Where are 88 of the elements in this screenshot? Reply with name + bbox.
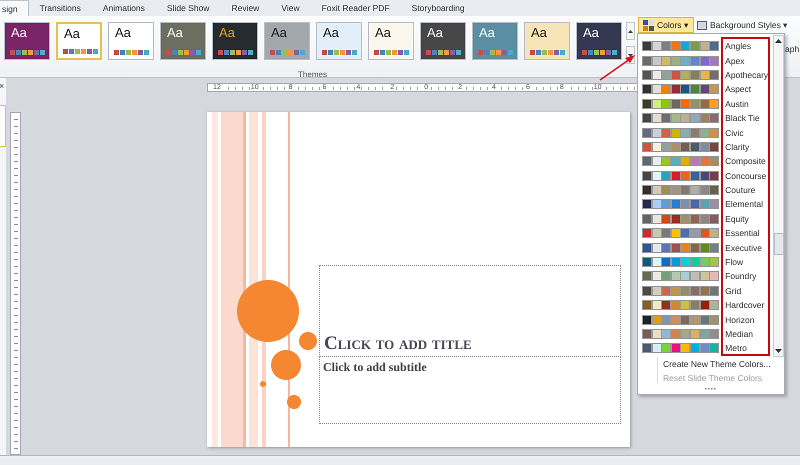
color-scheme-item[interactable]: Couture [638,182,772,198]
slide-thumbnail[interactable] [0,105,6,147]
color-scheme-item[interactable]: Flow [638,254,772,270]
theme-thumbnail[interactable]: Aa [160,22,206,60]
theme-thumbnail[interactable]: Aa [420,22,466,60]
color-scheme-item[interactable]: Civic [638,125,772,140]
theme-sample-text: Aa [478,24,495,40]
ribbon-tab[interactable]: Transitions [28,0,92,16]
close-icon[interactable]: × [0,82,6,91]
ribbon-tab[interactable]: Review [220,0,270,16]
color-scheme-item[interactable]: Concourse [638,168,772,183]
color-scheme-item[interactable]: Foundry [638,269,772,284]
color-scheme-item[interactable]: Median [638,326,772,342]
ribbon-tab[interactable]: Storyboarding [400,0,476,16]
resize-grip-icon[interactable] [705,387,717,390]
scrollbar[interactable] [773,35,784,357]
colors-button[interactable]: Colors ▾ [638,17,694,33]
color-scheme-item[interactable]: Horizon [638,312,772,327]
color-scheme-item[interactable]: Composite [638,154,772,169]
theme-thumbnail[interactable]: Aa [524,22,570,60]
color-scheme-item[interactable]: Executive [638,240,772,255]
theme-thumbnail[interactable]: Aa [472,22,518,60]
theme-sample-text: Aa [582,24,599,40]
theme-sample-text: Aa [114,24,131,40]
theme-thumbnail[interactable]: Aa [4,22,50,60]
down-arrow-icon [775,349,782,353]
theme-sample-text: Aa [270,24,287,40]
palette-strip-icon [374,50,410,55]
palette-strip-icon [582,50,618,55]
theme-thumbnail[interactable]: Aa [108,22,154,60]
palette-strip-icon [270,50,306,55]
color-scheme-item[interactable]: Hardcover [638,298,772,312]
palette-strip-icon [426,50,462,55]
brush-icon [697,20,707,30]
palette-strip-icon [63,49,99,54]
palette-strip-icon [166,50,202,55]
palette-strip-icon [530,50,566,55]
button-label: aph [785,44,800,54]
theme-thumbnail[interactable]: Aa [264,22,310,60]
color-scheme-item[interactable]: Clarity [638,140,772,154]
color-scheme-item[interactable]: Essential [638,226,772,240]
theme-thumbnail[interactable]: Aa [316,22,362,60]
theme-sample-text: Aa [10,24,27,40]
color-scheme-item[interactable]: Austin [638,96,772,111]
ribbon-tab[interactable]: Slide Show [156,0,220,16]
theme-sample-text: Aa [374,24,391,40]
theme-sample-text: Aa [218,24,235,40]
palette-strip-icon [114,50,150,55]
background-styles-button[interactable]: Background Styles ▾ [697,20,788,30]
palette-icon [643,20,654,30]
color-scheme-item[interactable]: Aspect [638,82,772,97]
menu-item[interactable]: Create New Theme Colors... [663,359,784,369]
ribbon-tab[interactable]: Foxit Reader PDF [310,0,401,16]
theme-sample-text: Aa [166,24,183,40]
color-scheme-item[interactable]: Apex [638,53,772,68]
ribbon-tab[interactable]: View [270,0,311,16]
palette-strip-icon [218,50,254,55]
scroll-up-button[interactable] [626,22,635,40]
slide-title: Click to add title [324,333,472,355]
group-label: Themes [298,70,328,79]
annotation-arrow [600,55,635,81]
ribbon-tab[interactable]: sign [0,0,29,16]
theme-thumbnail[interactable]: Aa [212,22,258,60]
theme-thumbnail[interactable]: Aa [576,22,622,60]
title-placeholder[interactable]: Click to add title [319,265,621,357]
ribbon-tab[interactable]: Animations [92,0,156,16]
theme-sample-text: Aa [63,25,80,41]
theme-sample-text: Aa [322,24,339,40]
theme-sample-text: Aa [530,24,547,40]
color-scheme-item[interactable]: Metro [638,341,772,356]
scroll-thumb[interactable] [774,232,784,254]
theme-thumbnail[interactable]: Aa [368,22,414,60]
color-scheme-item[interactable]: Equity [638,212,772,226]
theme-thumbnail[interactable]: Aa [56,22,102,60]
up-arrow-icon [628,30,633,32]
color-scheme-item[interactable]: Angles [638,39,772,54]
slide-subtitle: Click to add subtitle [323,360,427,374]
color-scheme-item[interactable]: Elemental [638,197,772,212]
palette-strip-icon [478,50,514,55]
down-arrow-icon [628,54,633,56]
subtitle-placeholder[interactable]: Click to add subtitle [319,357,621,424]
up-arrow-icon [775,39,782,43]
palette-strip-icon [10,50,46,55]
color-scheme-item[interactable]: Black Tie [638,110,772,126]
color-scheme-item[interactable]: Grid [638,284,772,298]
color-scheme-item[interactable]: Apothecary [638,68,772,82]
palette-strip-icon [322,50,358,55]
theme-sample-text: Aa [426,24,443,40]
